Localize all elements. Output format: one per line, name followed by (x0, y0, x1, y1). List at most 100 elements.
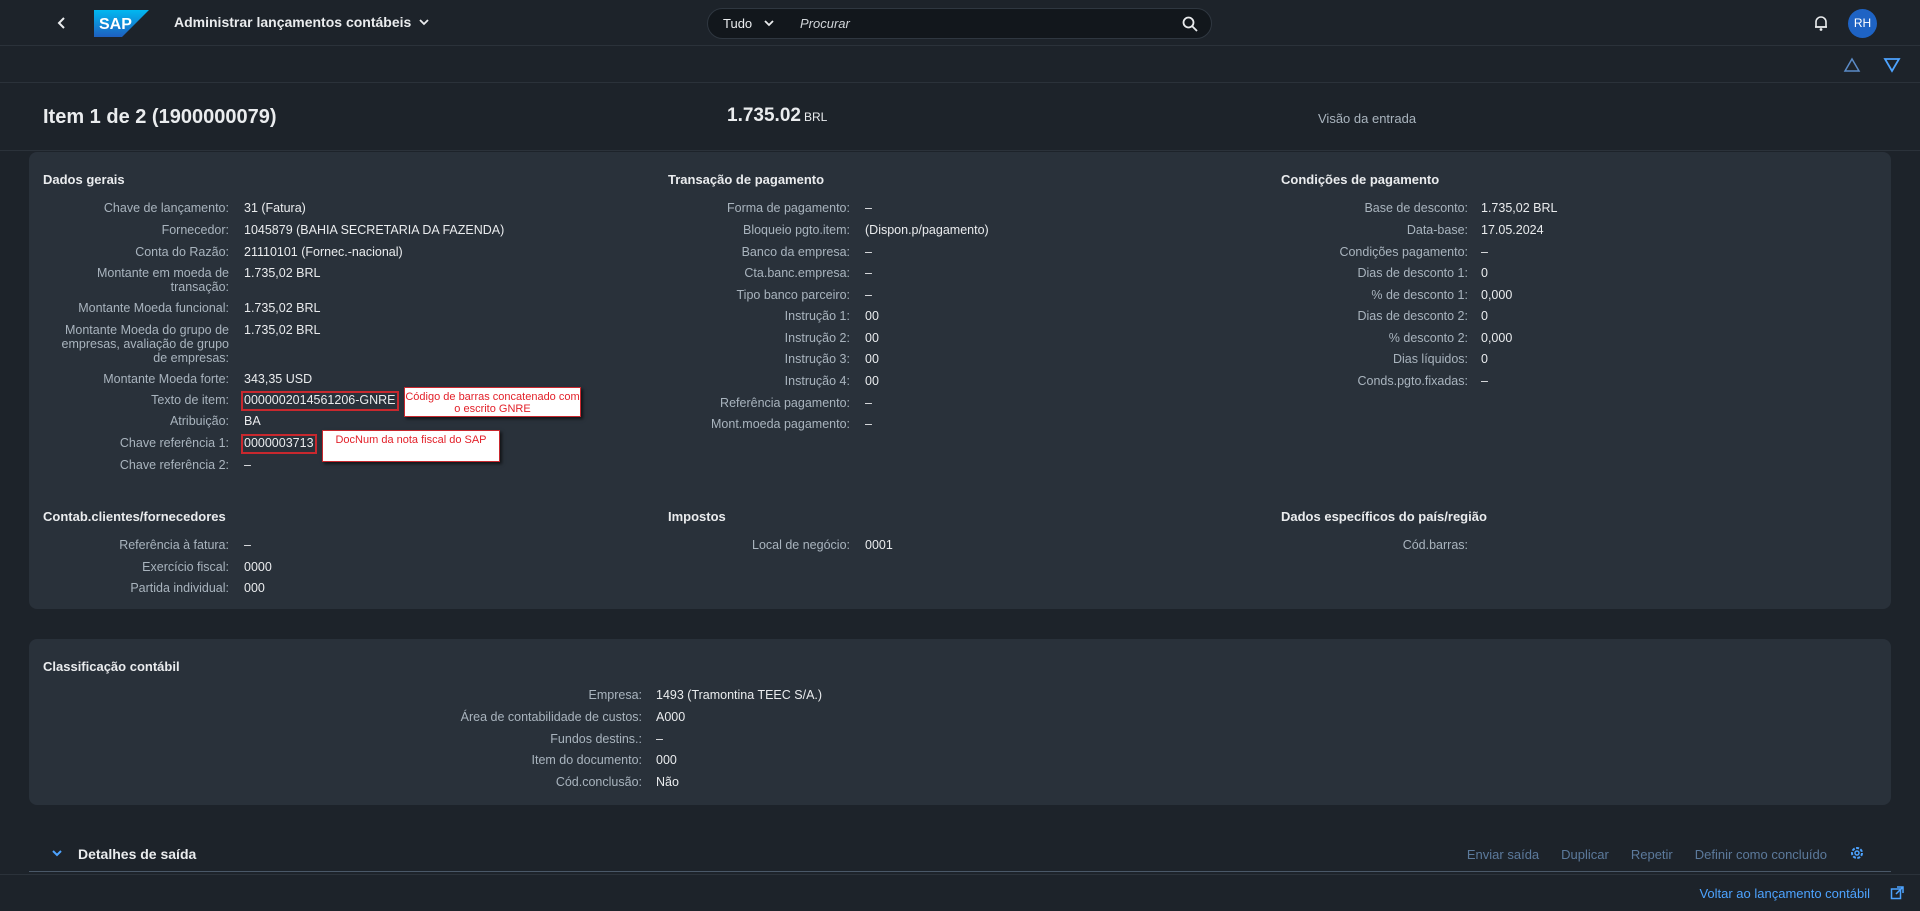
notification-bell-icon[interactable] (1812, 14, 1830, 35)
field-row: Instrução 2: 00 (589, 331, 879, 349)
next-item-icon[interactable] (1883, 57, 1901, 76)
field-label: Banco da empresa: (741, 245, 850, 259)
search-icon[interactable] (1181, 15, 1199, 36)
field-label: Chave de lançamento: (103, 201, 229, 215)
previous-item-icon[interactable] (1843, 57, 1861, 76)
field-value: – (865, 245, 872, 259)
back-to-journal-entry-link[interactable]: Voltar ao lançamento contábil (1699, 886, 1870, 901)
field-value: 0 (1481, 309, 1488, 323)
field-label: Dias líquidos: (1392, 352, 1468, 366)
field-row: % desconto 2: 0,000 (1229, 331, 1513, 349)
section-title-pais-regiao: Dados específicos do país/região (1281, 509, 1487, 524)
field-value: 00 (865, 374, 879, 388)
field-label: Partida individual: (130, 581, 229, 595)
field-row: Partida individual: 000 (29, 581, 265, 599)
field-row: Conds.pgto.fixadas: – (1229, 374, 1488, 392)
callout-docnum: DocNum da nota fiscal do SAP (322, 430, 500, 462)
field-value: 000 (656, 753, 677, 767)
field-row: Texto de item: 0000002014561206-GNRE (29, 391, 399, 411)
field-value: – (865, 288, 872, 302)
field-row: Mont.moeda pagamento: – (589, 417, 872, 435)
back-icon[interactable] (52, 13, 72, 33)
search-field[interactable]: Tudo Procurar (707, 8, 1212, 39)
field-row: Chave referência 1: 0000003713 (29, 434, 317, 454)
field-label: Fornecedor: (161, 223, 229, 237)
field-value: 000 (244, 581, 265, 595)
entry-view-link[interactable]: Visão da entrada (1318, 111, 1416, 126)
field-label: Texto de item: (151, 393, 229, 407)
field-row: Tipo banco parceiro: – (589, 288, 872, 306)
field-label: Condições pagamento: (1339, 245, 1468, 259)
field-value: – (244, 538, 251, 552)
app-title: Administrar lançamentos contábeis (174, 14, 412, 30)
duplicate-button[interactable]: Duplicar (1561, 847, 1609, 862)
field-row: Condições pagamento: – (1229, 245, 1488, 263)
output-details-title[interactable]: Detalhes de saída (78, 846, 196, 862)
header-amount: 1.735.02 BRL (727, 105, 827, 127)
callout-barcode: Código de barras concatenado com o escri… (404, 387, 581, 417)
field-label: Item do documento: (531, 753, 642, 767)
field-label: Referência pagamento: (720, 396, 850, 410)
field-value: BA (244, 414, 261, 428)
field-label: % de desconto 1: (1371, 288, 1468, 302)
field-label: Local de negócio: (752, 538, 850, 552)
field-label: Instrução 4: (784, 374, 850, 388)
field-label: Conta do Razão: (135, 245, 229, 259)
field-row: Exercício fiscal: 0000 (29, 560, 272, 578)
field-value: 0,000 (1481, 331, 1513, 345)
field-row: Empresa: 1493 (Tramontina TEEC S/A.) (29, 688, 823, 706)
output-details-bar: Detalhes de saída Enviar saída Duplicar … (29, 836, 1891, 872)
field-row: Montante Moeda funcional: 1.735,02 BRL (29, 301, 320, 319)
field-value: Não (656, 775, 679, 789)
field-value: 1045879 (BAHIA SECRETARIA DA FAZENDA) (244, 223, 505, 237)
field-row: Instrução 1: 00 (589, 309, 879, 327)
field-row: Dias de desconto 2: 0 (1229, 309, 1488, 327)
field-label: Fundos destins.: (550, 732, 642, 746)
sap-logo[interactable]: SAP (94, 10, 149, 37)
field-value: 1.735,02 BRL (244, 266, 321, 280)
field-label: Montante Moeda forte: (103, 372, 229, 386)
field-value: – (865, 417, 872, 431)
field-row: Fornecedor: 1045879 (BAHIA SECRETARIA DA… (29, 223, 505, 241)
field-value: 00 (865, 331, 879, 345)
field-value: 1493 (Tramontina TEEC S/A.) (656, 688, 823, 702)
field-value: 17.05.2024 (1481, 223, 1544, 237)
field-label: Forma de pagamento: (727, 201, 850, 215)
field-row: Cód.barras: (1229, 538, 1481, 556)
send-output-button[interactable]: Enviar saída (1467, 847, 1539, 862)
section-title-classificacao: Classificação contábil (43, 659, 180, 674)
search-scope-label: Tudo (723, 16, 753, 31)
ref-key-value-highlighted: 0000003713 (241, 434, 317, 454)
field-label: Montante em moeda de transação: (96, 266, 229, 294)
field-label: Cta.banc.empresa: (744, 266, 850, 280)
field-row: Montante Moeda do grupo de empresas, ava… (29, 323, 321, 369)
set-completed-button[interactable]: Definir como concluído (1695, 847, 1827, 862)
app-title-menu[interactable]: Administrar lançamentos contábeis (174, 14, 429, 30)
avatar[interactable]: RH (1848, 9, 1877, 38)
settings-gear-icon[interactable] (1849, 845, 1865, 864)
field-label: Cód.conclusão: (555, 775, 642, 789)
field-value: – (865, 396, 872, 410)
field-row: Chave referência 2: – (29, 458, 251, 476)
field-row: Banco da empresa: – (589, 245, 872, 263)
page-title: Item 1 de 2 (1900000079) (43, 106, 277, 128)
field-row: Fundos destins.: – (29, 732, 663, 750)
field-row: Data-base: 17.05.2024 (1229, 223, 1544, 241)
field-row: Instrução 4: 00 (589, 374, 879, 392)
external-link-icon[interactable] (1890, 886, 1904, 903)
collapse-chevron-icon[interactable] (51, 847, 63, 862)
field-value: 1.735,02 BRL (244, 301, 321, 315)
repeat-button[interactable]: Repetir (1631, 847, 1673, 862)
field-label: Data-base: (1406, 223, 1468, 237)
field-label: Tipo banco parceiro: (736, 288, 851, 302)
search-scope-select[interactable]: Tudo (723, 16, 774, 31)
field-value: 21110101 (Fornec.-nacional) (244, 245, 403, 259)
field-label: Área de contabilidade de custos: (460, 710, 642, 724)
footer-bar: Voltar ao lançamento contábil (0, 874, 1920, 911)
field-value: 0 (1481, 352, 1488, 366)
search-input[interactable]: Procurar (800, 16, 850, 31)
header-amount-value: 1.735.02 (727, 105, 801, 126)
field-label: Instrução 2: (784, 331, 850, 345)
chevron-down-icon (419, 14, 429, 30)
section-title-condicoes-pagamento: Condições de pagamento (1281, 172, 1440, 187)
